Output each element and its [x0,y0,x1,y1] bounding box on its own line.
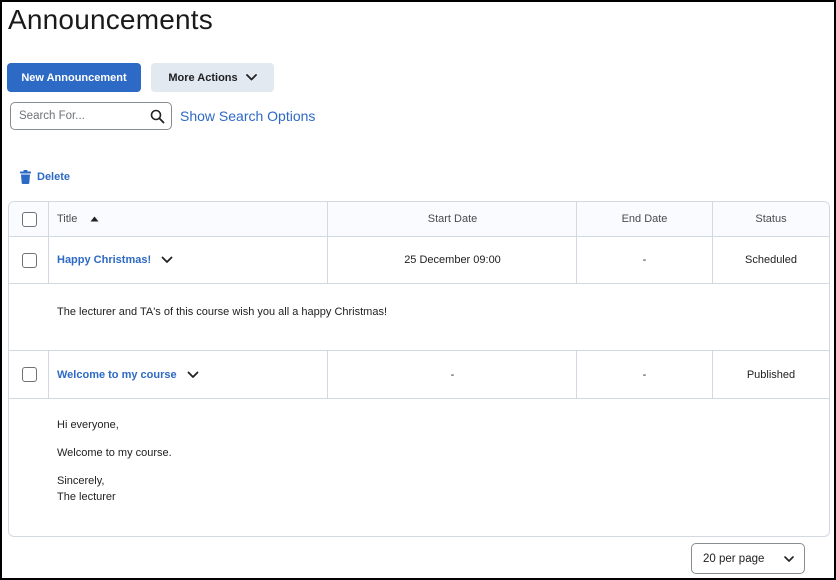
announcement-body-line: The lecturer and TA's of this course wis… [57,306,388,318]
page-title: Announcements [8,4,213,35]
announcement-body-line: Sincerely, [57,475,105,487]
announcement-body: The lecturer and TA's of this course wis… [9,284,829,350]
title-column-header[interactable]: Title [57,202,317,236]
per-page-label: 20 per page [703,552,765,565]
select-all-checkbox[interactable] [21,211,37,227]
table-row: Happy Christmas! 25 December 09:00 - Sch… [9,237,829,283]
trash-icon [20,170,31,184]
announcement-body-line: The lecturer [57,491,116,503]
search-input[interactable] [19,108,147,124]
announcement-body-line: Welcome to my course. [57,447,172,459]
new-announcement-button[interactable]: New Announcement [7,63,141,92]
search-icon[interactable] [150,109,165,124]
table-row: Welcome to my course - - Published [9,351,829,398]
more-actions-button[interactable]: More Actions [151,63,274,92]
status-header: Status [755,213,787,225]
chevron-down-icon[interactable] [161,256,173,264]
sort-ascending-icon [90,216,99,222]
announcement-body-line: Hi everyone, [57,419,119,431]
title-header-label: Title [57,213,78,225]
announcements-table: Title Start Date End Date Status Happy C… [8,201,830,537]
status-cell: Scheduled [745,254,797,266]
table-header-row: Title Start Date End Date Status [9,202,829,236]
chevron-down-icon [245,74,257,81]
search-field [10,102,172,130]
announcement-body: Hi everyone, Welcome to my course. Since… [9,399,829,536]
start-date-cell: 25 December 09:00 [404,254,501,266]
per-page-select[interactable]: 20 per page [691,543,805,574]
delete-label: Delete [37,171,71,183]
start-date-header: Start Date [427,213,478,225]
more-actions-label: More Actions [168,71,238,84]
row-checkbox[interactable] [21,367,37,382]
delete-button[interactable]: Delete [20,170,70,184]
start-date-cell: - [450,368,455,381]
end-date-cell: - [642,254,647,266]
announcement-title-link[interactable]: Happy Christmas! [57,254,151,266]
chevron-down-icon[interactable] [187,371,199,379]
end-date-header: End Date [621,213,668,225]
status-cell: Published [746,368,796,381]
chevron-down-icon [784,556,794,562]
show-search-options-link[interactable]: Show Search Options [180,108,315,124]
end-date-cell: - [642,368,647,381]
row-checkbox[interactable] [21,252,37,268]
announcements-page: Announcements New Announcement More Acti… [0,0,836,580]
announcement-title-link[interactable]: Welcome to my course [57,369,177,381]
